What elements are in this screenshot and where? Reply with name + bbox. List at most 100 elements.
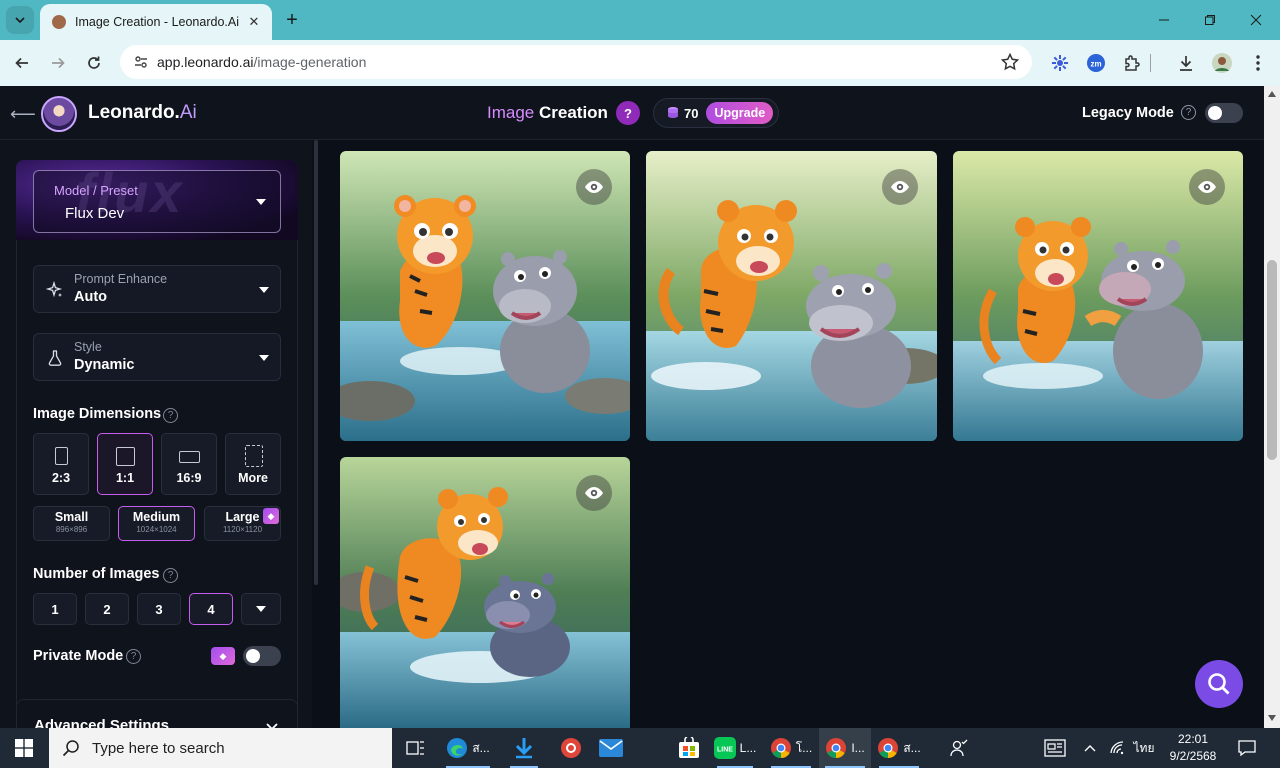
ratio-label: More (238, 471, 268, 485)
restore-icon[interactable] (1187, 6, 1233, 34)
more-shapes-icon (245, 445, 263, 467)
taskbar-downloads[interactable] (504, 728, 544, 768)
ratio-1-1-button[interactable]: 1:1 (97, 433, 153, 495)
extension-zm-icon[interactable]: zm (1084, 51, 1108, 75)
clock-date: 9/2/2568 (1169, 749, 1217, 763)
show-hidden-icons-icon[interactable] (1080, 728, 1100, 768)
ratio-2-3-button[interactable]: 2:3 (33, 433, 89, 495)
generated-image-4[interactable] (340, 457, 630, 728)
taskbar-clock[interactable]: 22:01 9/2/2568 (1160, 731, 1226, 765)
square-shape-icon (116, 447, 135, 466)
url-domain: app.leonardo.ai (157, 54, 254, 70)
app-icon (561, 738, 581, 758)
size-large-button[interactable]: Large 1120×1120 ◆ (204, 506, 281, 541)
reload-icon[interactable] (80, 49, 108, 77)
url-path: /image-generation (253, 54, 367, 70)
scroll-down-icon[interactable] (1268, 715, 1276, 721)
generated-image-2[interactable] (646, 151, 937, 441)
clock-time: 22:01 (1177, 732, 1209, 746)
taskbar-mail[interactable] (591, 728, 631, 768)
token-balance: 70 Upgrade (653, 98, 779, 128)
notifications-icon[interactable] (1232, 728, 1262, 768)
num-images-2-button[interactable]: 2 (85, 593, 129, 625)
taskbar-app[interactable] (551, 728, 591, 768)
wifi-icon[interactable] (1106, 728, 1128, 768)
model-preset-value: Flux Dev (65, 205, 125, 222)
address-bar[interactable]: app.leonardo.ai/image-generation (120, 45, 1032, 79)
taskbar-chrome-1[interactable]: โ... (765, 728, 817, 768)
number-of-images-help-icon[interactable]: ? (163, 568, 178, 583)
ratio-more-button[interactable]: More (225, 433, 281, 495)
sparkle-icon (46, 281, 63, 298)
close-icon[interactable] (1233, 6, 1279, 34)
eye-icon[interactable] (576, 169, 612, 205)
ratio-16-9-button[interactable]: 16:9 (161, 433, 217, 495)
scrollbar-thumb[interactable] (1267, 260, 1277, 460)
main-scrollbar[interactable] (1264, 86, 1280, 728)
help-button[interactable]: ? (616, 101, 640, 125)
input-language-indicator[interactable]: ไทย (1130, 728, 1158, 768)
tab-search-button[interactable] (6, 6, 34, 34)
sidebar-scrollbar[interactable] (314, 140, 318, 585)
page-title-prefix: Image (487, 103, 535, 122)
eye-icon[interactable] (1189, 169, 1225, 205)
windows-start-icon[interactable] (0, 728, 48, 768)
private-mode-toggle[interactable] (243, 646, 281, 666)
download-icon[interactable] (1174, 51, 1198, 75)
advanced-settings-section[interactable]: Advanced Settings (16, 699, 298, 728)
num-images-1-button[interactable]: 1 (33, 593, 77, 625)
browser-tab[interactable]: Image Creation - Leonardo.Ai ✕ (40, 4, 272, 40)
taskbar-store[interactable] (669, 728, 709, 768)
num-images-more-button[interactable] (241, 593, 281, 625)
prompt-enhance-select[interactable]: Prompt Enhance Auto (33, 265, 281, 313)
collapse-sidebar-icon[interactable]: ⟵ (10, 104, 36, 125)
legacy-mode-toggle[interactable] (1205, 103, 1243, 123)
extension-flower-icon[interactable] (1048, 51, 1072, 75)
tab-close-icon[interactable]: ✕ (244, 12, 264, 32)
brand-suffix: Ai (179, 102, 197, 123)
brand-name[interactable]: Leonardo.Ai (88, 102, 197, 124)
leonardo-logo[interactable] (41, 96, 77, 132)
num-images-3-button[interactable]: 3 (137, 593, 181, 625)
size-small-button[interactable]: Small 896×896 (33, 506, 110, 541)
size-dims: 896×896 (55, 525, 88, 534)
chevron-down-icon (256, 199, 266, 205)
taskbar-line[interactable]: LINE L... (711, 728, 759, 768)
private-mode-help-icon[interactable]: ? (126, 649, 141, 664)
news-widget-icon[interactable] (1040, 728, 1070, 768)
scroll-up-icon[interactable] (1268, 91, 1276, 97)
generation-settings-sidebar: flux Model / Preset Flux Dev Prompt Enha… (0, 140, 312, 728)
site-settings-icon[interactable] (130, 51, 152, 73)
leonardo-favicon-icon (52, 15, 66, 29)
taskbar-chrome-3[interactable]: ส... (873, 728, 925, 768)
model-preset-select[interactable]: Model / Preset Flux Dev (33, 170, 281, 233)
extensions-puzzle-icon[interactable] (1120, 51, 1144, 75)
number-of-images-title: Number of Images (33, 566, 160, 582)
browser-menu-icon[interactable] (1246, 51, 1270, 75)
people-icon[interactable] (945, 728, 973, 768)
profile-avatar[interactable] (1210, 51, 1234, 75)
legacy-mode-help-icon[interactable]: ? (1181, 105, 1196, 120)
eye-icon[interactable] (576, 475, 612, 511)
taskbar-edge[interactable]: ส... (440, 728, 496, 768)
taskbar-search-box[interactable]: Type here to search (49, 728, 392, 768)
task-view-icon[interactable] (398, 728, 434, 768)
taskbar-item-label: ส... (903, 740, 921, 755)
search-fab-button[interactable] (1195, 660, 1243, 708)
minimize-icon[interactable] (1141, 6, 1187, 34)
taskbar-chrome-2[interactable]: I... (819, 728, 871, 768)
image-dimensions-help-icon[interactable]: ? (163, 408, 178, 423)
forward-icon[interactable] (44, 49, 72, 77)
bookmark-star-icon[interactable] (1000, 52, 1020, 72)
style-select[interactable]: Style Dynamic (33, 333, 281, 381)
upgrade-button[interactable]: Upgrade (706, 102, 774, 124)
url-text: app.leonardo.ai/image-generation (157, 54, 366, 70)
size-medium-button[interactable]: Medium 1024×1024 (118, 506, 195, 541)
generated-image-3[interactable] (953, 151, 1243, 441)
eye-icon[interactable] (882, 169, 918, 205)
generated-image-1[interactable] (340, 151, 630, 441)
num-images-4-button[interactable]: 4 (189, 593, 233, 625)
style-value: Dynamic (74, 357, 135, 373)
back-icon[interactable] (8, 49, 36, 77)
new-tab-button[interactable]: + (280, 8, 304, 32)
